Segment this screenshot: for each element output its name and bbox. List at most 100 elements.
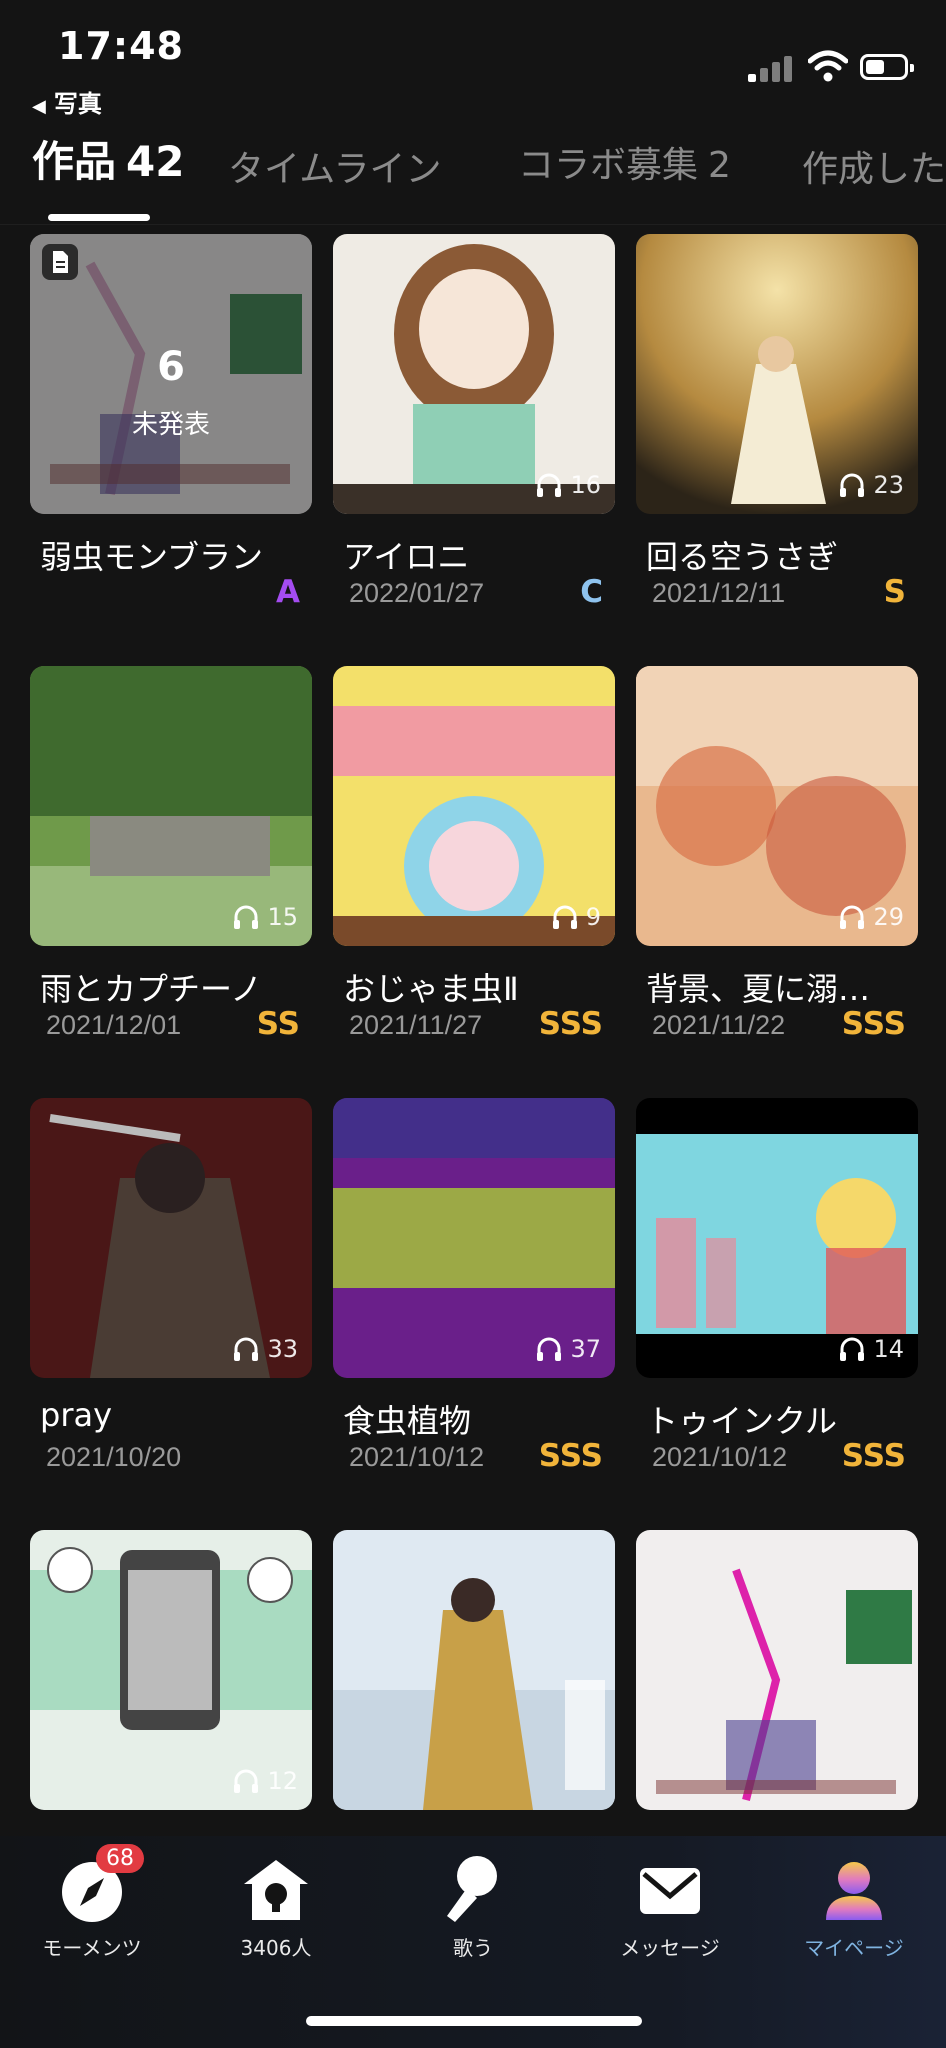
work-card[interactable]: 12 [30, 1530, 312, 1830]
play-count: 37 [534, 1334, 601, 1364]
headphones-icon [537, 1337, 562, 1361]
works-grid: 6 未発表 弱虫モンブラン A 16 アイロニ 2022/01/27 C 23 … [0, 234, 946, 1834]
work-card[interactable] [636, 1530, 918, 1830]
play-count: 33 [231, 1334, 298, 1364]
work-card[interactable]: 33 pray 2021/10/20 [30, 1098, 312, 1518]
nav-label: 3406人 [240, 1936, 312, 1960]
work-card[interactable]: 14 トゥインクル 2021/10/12 SSS [636, 1098, 918, 1518]
back-to-photos[interactable]: ◀ 写真 [32, 84, 102, 119]
work-card[interactable]: 37 食虫植物 2021/10/12 SSS [333, 1098, 615, 1518]
rank-badge: SSS [538, 1438, 603, 1474]
work-title: 食虫植物 [343, 1402, 472, 1440]
play-count: 14 [837, 1334, 904, 1364]
clock: 17:48 [58, 24, 184, 68]
home-indicator[interactable] [306, 2016, 642, 2026]
work-cover: 15 [30, 666, 312, 946]
play-count: 29 [837, 902, 904, 932]
tab-created[interactable]: 作成した [802, 140, 946, 192]
work-cover: 37 [333, 1098, 615, 1378]
work-card[interactable] [333, 1530, 615, 1830]
divider [0, 224, 946, 225]
cellular-signal-icon [748, 54, 796, 82]
headphones-icon [840, 905, 865, 929]
rank-badge: S [883, 574, 906, 610]
headphones-icon [840, 473, 865, 497]
work-card[interactable]: 9 おじゃま虫Ⅱ 2021/11/27 SSS [333, 666, 615, 1086]
nav-label: マイページ [804, 1936, 904, 1960]
work-date: 2021/12/01 [46, 1010, 182, 1040]
work-card[interactable]: 6 未発表 弱虫モンブラン A [30, 234, 312, 654]
nav-mypage[interactable]: マイページ [774, 1854, 934, 1961]
rank-badge: SS [256, 1006, 300, 1042]
work-cover [333, 1530, 615, 1810]
work-date: 2021/11/22 [652, 1010, 786, 1040]
work-cover: 23 [636, 234, 918, 514]
active-tab-indicator [48, 214, 150, 221]
battery-icon [860, 54, 914, 80]
work-date: 2021/10/12 [349, 1442, 485, 1472]
nav-moments[interactable]: 68 モーメンツ [12, 1844, 172, 1961]
play-count: 15 [231, 902, 298, 932]
work-card[interactable]: 16 アイロニ 2022/01/27 C [333, 234, 615, 654]
microphone-icon [437, 1854, 509, 1926]
work-date: 2022/01/27 [349, 578, 485, 608]
work-cover [636, 1530, 918, 1810]
play-count: 23 [837, 470, 904, 500]
play-count: 12 [231, 1766, 298, 1796]
work-date: 2021/11/27 [349, 1010, 483, 1040]
rank-badge: C [580, 574, 603, 610]
work-cover: 12 [30, 1530, 312, 1810]
unreleased-count: 6 [157, 344, 185, 390]
headphones-icon [552, 905, 577, 929]
compass-icon: 68 [56, 1844, 144, 1926]
work-cover: 6 未発表 [30, 234, 312, 514]
work-cover: 14 [636, 1098, 918, 1378]
work-date: 2021/10/12 [652, 1442, 788, 1472]
work-cover: 16 [333, 234, 615, 514]
rank-badge: SSS [538, 1006, 603, 1042]
back-label: 写真 [53, 90, 102, 118]
work-date: 2021/10/20 [46, 1442, 182, 1472]
work-title: 弱虫モンブラン [40, 538, 264, 576]
tab-timeline[interactable]: タイムライン [228, 140, 441, 192]
work-title: トゥインクル [646, 1402, 838, 1440]
headphones-icon [234, 905, 259, 929]
rank-badge: SSS [841, 1006, 906, 1042]
unreleased-label: 未発表 [131, 410, 210, 440]
work-card[interactable]: 23 回る空うさぎ 2021/12/11 S [636, 234, 918, 654]
profile-tabs: 作品 42 タイムライン コラボ募集 2 作成した [0, 124, 946, 220]
work-title: pray [40, 1396, 113, 1434]
envelope-icon [634, 1854, 706, 1926]
back-triangle-icon: ◀ [32, 96, 46, 117]
work-title: おじゃま虫Ⅱ [343, 970, 519, 1008]
profile-icon [818, 1854, 890, 1926]
nav-label: モーメンツ [42, 1936, 142, 1960]
play-count: 9 [550, 902, 601, 932]
nav-sing[interactable]: 歌う [393, 1854, 553, 1961]
work-cover: 33 [30, 1098, 312, 1378]
wifi-icon [808, 50, 848, 82]
work-date: 2021/12/11 [652, 578, 786, 608]
tab-collab[interactable]: コラボ募集 2 [518, 136, 731, 188]
rank-badge: A [276, 574, 300, 610]
play-count: 16 [534, 470, 601, 500]
headphones-icon [234, 1769, 259, 1793]
work-title: 回る空うさぎ [646, 538, 839, 576]
lightbulb-house-icon [240, 1854, 312, 1926]
nav-people[interactable]: 3406人 [196, 1854, 356, 1961]
work-card[interactable]: 29 背景、夏に溺… 2021/11/22 SSS [636, 666, 918, 1086]
nav-messages[interactable]: メッセージ [590, 1854, 750, 1961]
nav-label: 歌う [453, 1936, 493, 1960]
document-icon [42, 244, 78, 280]
tab-works[interactable]: 作品 42 [32, 128, 184, 189]
work-cover: 9 [333, 666, 615, 946]
work-cover: 29 [636, 666, 918, 946]
work-card[interactable]: 15 雨とカプチーノ 2021/12/01 SS [30, 666, 312, 1086]
notification-badge: 68 [96, 1844, 144, 1873]
headphones-icon [234, 1337, 259, 1361]
work-title: アイロニ [343, 538, 470, 576]
status-bar: 17:48 ◀ 写真 [0, 0, 946, 120]
work-title: 背景、夏に溺… [646, 970, 871, 1008]
work-title: 雨とカプチーノ [40, 970, 263, 1008]
headphones-icon [840, 1337, 865, 1361]
